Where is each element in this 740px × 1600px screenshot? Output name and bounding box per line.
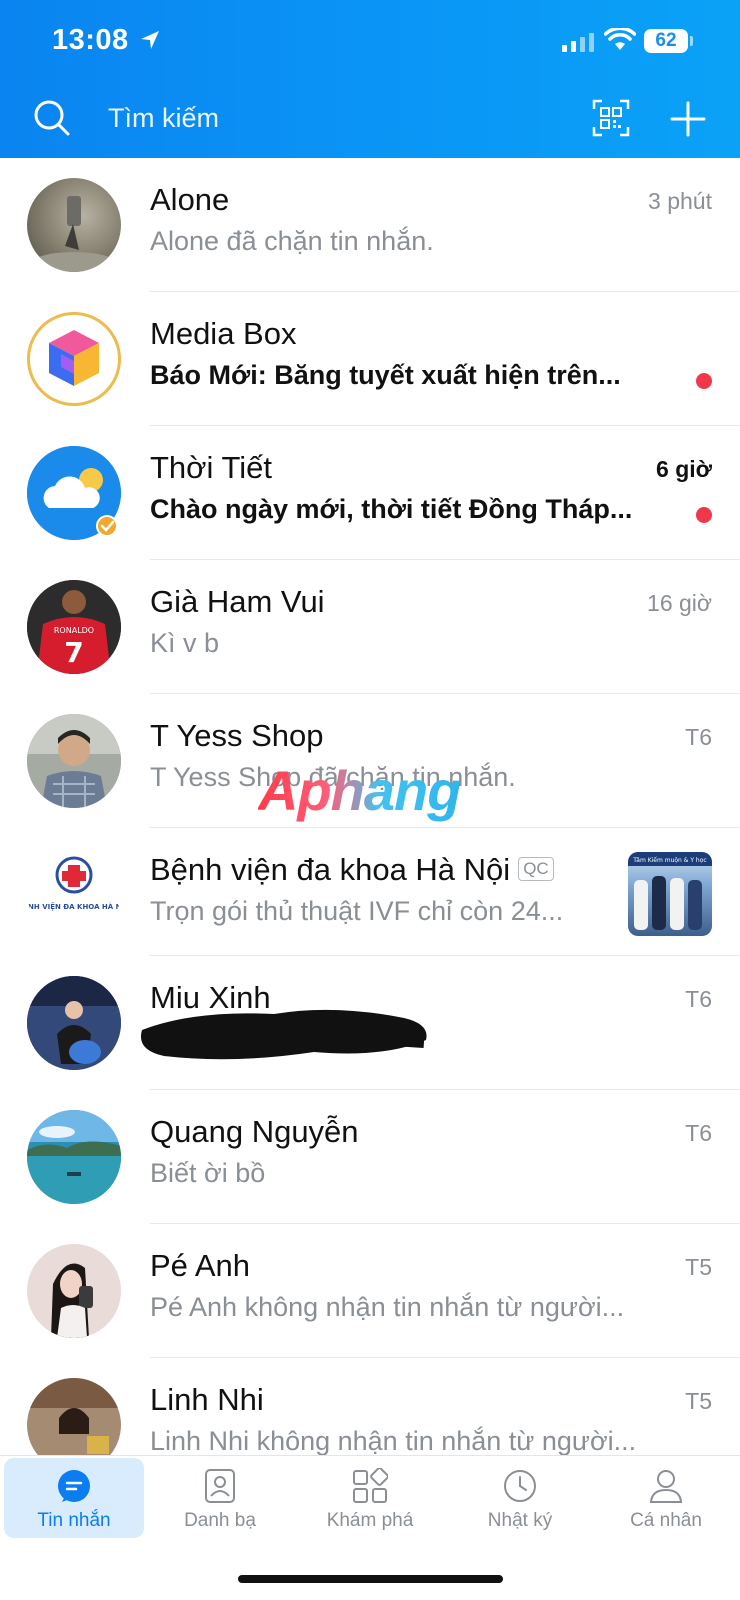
signal-icon xyxy=(562,33,594,52)
wifi-icon xyxy=(604,28,636,50)
conversation-row[interactable]: Linh Nhi Linh Nhi không nhận tin nhắn từ… xyxy=(0,1358,740,1455)
avatar xyxy=(27,714,121,808)
avatar xyxy=(27,312,121,406)
avatar xyxy=(27,178,121,272)
conversation-preview: Kì v b xyxy=(150,628,220,658)
avatar xyxy=(27,1378,121,1455)
avatar-photo xyxy=(27,1244,121,1338)
status-time: 13:08 xyxy=(52,24,129,56)
tab-timeline[interactable]: Nhật ký xyxy=(450,1458,590,1538)
jersey-number: 7 xyxy=(64,636,83,669)
conversation-name: Quang Nguyễn xyxy=(150,1114,359,1149)
tab-label: Nhật ký xyxy=(487,1510,553,1531)
conversation-time: 16 giờ xyxy=(647,590,712,616)
tab-explore[interactable]: Khám phá xyxy=(300,1458,440,1538)
conversation-preview: Alone đã chặn tin nhắn. xyxy=(150,226,434,256)
avatar xyxy=(27,1244,121,1338)
search-icon[interactable] xyxy=(32,98,72,138)
conversation-time: T6 xyxy=(685,1120,712,1146)
conversation-name: Linh Nhi xyxy=(150,1382,264,1417)
avatar-photo: RONALDO 7 xyxy=(27,580,121,674)
hospital-logo-text: BỆNH VIỆN ĐA KHOA HÀ NỘI xyxy=(27,902,121,911)
avatar: BỆNH VIỆN ĐA KHOA HÀ NỘI xyxy=(27,845,121,939)
avatar xyxy=(27,976,121,1070)
avatar-photo xyxy=(34,196,114,272)
conversation-time: T5 xyxy=(685,1254,712,1280)
clock-icon xyxy=(504,1470,536,1502)
plus-icon[interactable] xyxy=(670,101,706,137)
conversation-time: T6 xyxy=(685,986,712,1012)
conversation-preview: Linh Nhi không nhận tin nhắn từ người... xyxy=(150,1426,637,1455)
avatar-photo xyxy=(27,1378,121,1455)
chat-bubble-icon xyxy=(58,1470,90,1502)
avatar-photo xyxy=(27,976,121,1070)
conversation-name: Media Box xyxy=(150,316,297,351)
conversation-row[interactable]: RONALDO 7 Già Ham Vui Kì v b 16 giờ xyxy=(0,560,740,694)
search-input[interactable]: Tìm kiếm xyxy=(108,103,219,134)
unread-indicator xyxy=(696,373,712,389)
avatar-photo xyxy=(27,1110,121,1204)
location-arrow-icon xyxy=(141,31,159,49)
watermark: Aphang xyxy=(258,759,461,822)
conversation-time: T6 xyxy=(685,724,712,750)
conversation-row[interactable]: Pé Anh Pé Anh không nhận tin nhắn từ ngư… xyxy=(0,1224,740,1358)
avatar-photo xyxy=(27,714,121,808)
tab-label: Cá nhân xyxy=(630,1510,702,1531)
conversation-preview: Báo Mới: Băng tuyết xuất hiện trên... xyxy=(150,360,621,390)
ad-thumbnail-image: Tâm Kiếm muộn & Y học xyxy=(628,852,712,930)
conversation-preview: Biết ời bồ xyxy=(150,1158,266,1188)
conversation-name-text: Bệnh viện đa khoa Hà Nội xyxy=(150,852,511,887)
tab-label: Tin nhắn xyxy=(37,1510,111,1531)
avatar xyxy=(27,1110,121,1204)
ad-badge: QC xyxy=(518,857,554,881)
conversation-name: Thời Tiết xyxy=(150,450,272,485)
conversation-name: Alone xyxy=(150,182,230,217)
redaction-scribble xyxy=(140,1009,427,1060)
tab-messages[interactable]: Tin nhắn xyxy=(4,1458,144,1538)
hospital-logo-icon: BỆNH VIỆN ĐA KHOA HÀ NỘI xyxy=(27,856,121,911)
grid-icon xyxy=(353,1468,388,1503)
tab-label: Khám phá xyxy=(326,1510,414,1531)
contacts-icon xyxy=(205,1469,235,1503)
tab-label: Danh bạ xyxy=(184,1510,256,1531)
ad-thumbnail-text: Tâm Kiếm muộn & Y học xyxy=(632,857,706,864)
conversation-preview: Trọn gói thủ thuật IVF chỉ còn 24... xyxy=(150,896,564,926)
conversation-name: Bệnh viện đa khoa Hà Nội QC xyxy=(150,852,554,888)
app-header: 13:08 62 Tìm kiếm xyxy=(0,0,740,158)
media-box-logo-icon xyxy=(28,313,120,405)
weather-cloud-icon xyxy=(27,446,121,540)
conversation-name: T Yess Shop xyxy=(150,718,324,753)
conversation-row-ad[interactable]: BỆNH VIỆN ĐA KHOA HÀ NỘI Bệnh viện đa kh… xyxy=(0,828,740,956)
avatar xyxy=(27,446,121,540)
person-icon xyxy=(649,1470,683,1503)
conversation-name: Già Ham Vui xyxy=(150,584,325,619)
conversation-row[interactable]: Thời Tiết Chào ngày mới, thời tiết Đồng … xyxy=(0,426,740,560)
jersey-name: RONALDO xyxy=(54,626,94,635)
conversation-row[interactable]: Media Box Báo Mới: Băng tuyết xuất hiện … xyxy=(0,292,740,426)
tab-profile[interactable]: Cá nhân xyxy=(596,1458,736,1538)
tab-contacts[interactable]: Danh bạ xyxy=(150,1458,290,1538)
conversation-preview: Pé Anh không nhận tin nhắn từ người... xyxy=(150,1292,625,1322)
home-indicator xyxy=(238,1575,503,1583)
avatar: RONALDO 7 xyxy=(27,580,121,674)
qr-code-icon[interactable] xyxy=(592,99,630,137)
ad-thumbnail[interactable]: Tâm Kiếm muộn & Y học xyxy=(628,852,712,936)
conversation-time: T5 xyxy=(685,1388,712,1414)
unread-indicator xyxy=(696,507,712,523)
conversation-time: 3 phút xyxy=(648,188,712,214)
conversation-time: 6 giờ xyxy=(656,456,712,482)
battery-indicator: 62 xyxy=(644,29,688,53)
conversation-list[interactable]: Alone Alone đã chặn tin nhắn. 3 phút Med… xyxy=(0,158,740,1455)
battery-cap xyxy=(690,36,693,46)
conversation-row[interactable]: Alone Alone đã chặn tin nhắn. 3 phút xyxy=(0,158,740,292)
conversation-row[interactable]: Quang Nguyễn Biết ời bồ T6 xyxy=(0,1090,740,1224)
conversation-preview: Chào ngày mới, thời tiết Đồng Tháp... xyxy=(150,494,633,524)
conversation-name: Pé Anh xyxy=(150,1248,250,1283)
